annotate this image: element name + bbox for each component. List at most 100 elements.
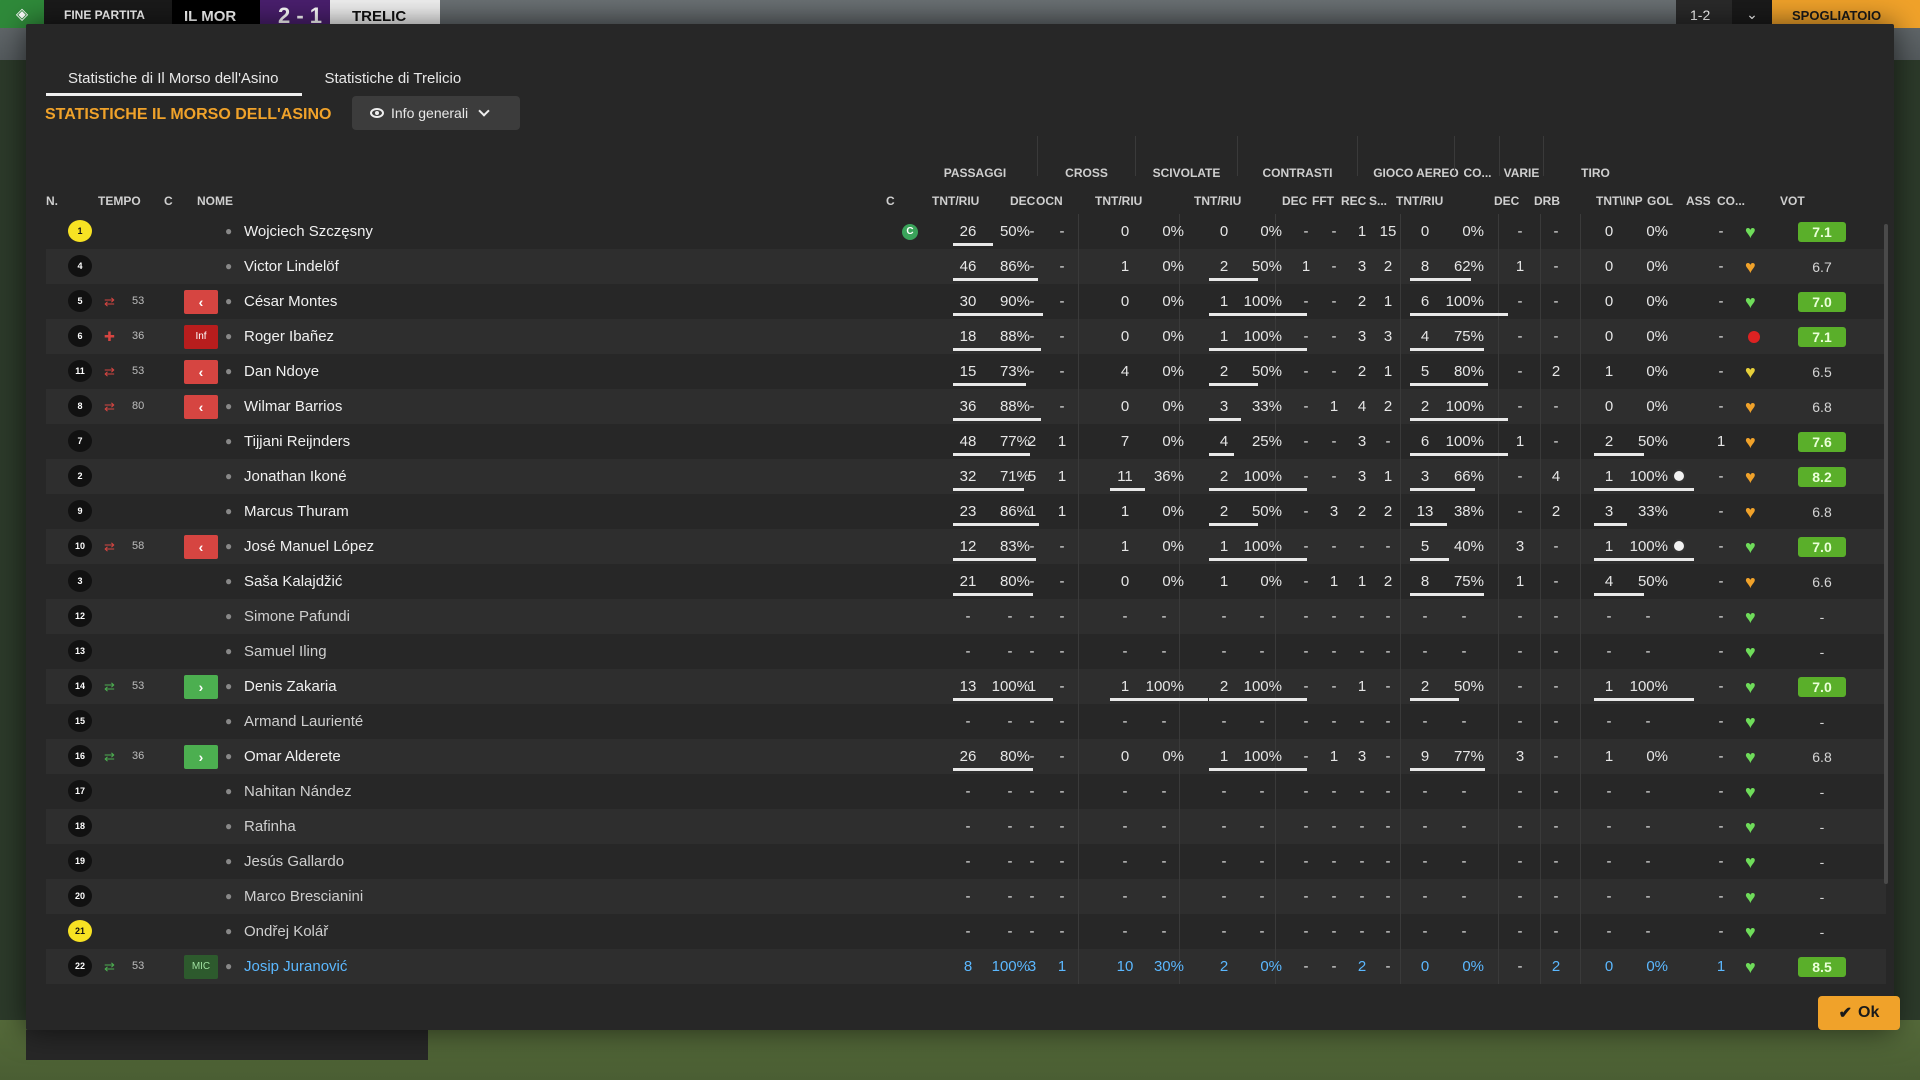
stat-crec: -: [1359, 923, 1365, 940]
player-name[interactable]: Josip Juranović: [244, 949, 347, 984]
player-name[interactable]: César Montes: [244, 284, 337, 319]
player-name[interactable]: Ondřej Kolář: [244, 914, 328, 949]
table-row[interactable]: 12 ● Simone Pafundi - - - - - - - - - - - - - - - - - - - ♥ -: [46, 599, 1886, 634]
stat-crec: 3: [1357, 258, 1367, 275]
tab-home-stats[interactable]: Statistiche di Il Morso dell'Asino: [46, 60, 303, 96]
person-icon: ●: [225, 749, 233, 763]
column-header-con-dec[interactable]: DEC: [1282, 194, 1307, 208]
player-name[interactable]: José Manuel López: [244, 529, 374, 564]
shirt-number: 6: [68, 325, 92, 347]
player-name[interactable]: Samuel Iling: [244, 634, 327, 669]
column-header-con-fft[interactable]: FFT: [1312, 194, 1334, 208]
column-header-pass-dec[interactable]: DEC: [1010, 194, 1035, 208]
table-row[interactable]: 5 ⇄ 53 ‹ ● César Montes 30 90% - -0 0% 1 100% - -2 1 6 10…: [46, 284, 1886, 319]
column-header-tempo[interactable]: TEMPO: [98, 194, 141, 208]
table-row[interactable]: 16 ⇄ 36 › ● Omar Alderete 26 80% - -0 0% 1 100% -1 3-9…: [46, 739, 1886, 774]
stat-cp: -: [1161, 643, 1167, 660]
stat-st: 2: [1219, 958, 1229, 975]
stat-st: -: [1221, 783, 1227, 800]
column-header-n[interactable]: N.: [46, 194, 58, 208]
player-name[interactable]: Simone Pafundi: [244, 599, 350, 634]
condition-heart-icon: ♥: [1745, 432, 1756, 452]
player-name[interactable]: Marcus Thuram: [244, 494, 349, 529]
column-header-co[interactable]: CO...: [1717, 194, 1745, 208]
player-name[interactable]: Roger Ibañez: [244, 319, 334, 354]
stat-codec: -: [1517, 783, 1523, 800]
column-header-gol[interactable]: GOL: [1647, 194, 1673, 208]
player-name[interactable]: Marco Brescianini: [244, 879, 363, 914]
player-name[interactable]: Dan Ndoye: [244, 354, 319, 389]
table-row[interactable]: 4 ● Victor Lindelöf 46 86% - -1 0% 2 50% 1-3 2 8 62% 1…: [46, 249, 1886, 284]
column-divider: [1580, 949, 1581, 984]
table-row[interactable]: 8 ⇄ 80 ‹ ● Wilmar Barrios 36 88% - -0 0% 3 33% -1 4 2 2 1…: [46, 389, 1886, 424]
condition-heart-icon: ♥: [1745, 747, 1756, 767]
column-header-vot[interactable]: VOT: [1780, 194, 1805, 208]
player-name[interactable]: Wilmar Barrios: [244, 389, 342, 424]
match-rating: 7.6: [1798, 432, 1846, 452]
column-header-co-dec[interactable]: DEC: [1494, 194, 1519, 208]
column-header-pass-tr[interactable]: TNT/RIU: [932, 194, 979, 208]
player-name[interactable]: Saša Kalajdžić: [244, 564, 342, 599]
condition-heart-icon: ♥: [1745, 712, 1756, 732]
stat-pocn: -: [1059, 328, 1065, 345]
column-divider: [1498, 634, 1499, 669]
view-dropdown[interactable]: Info generali: [352, 96, 520, 130]
player-name[interactable]: Jonathan Ikoné: [244, 459, 347, 494]
table-row[interactable]: 7 ● Tijjani Reijnders 48 77% 2 1 7 0% 4 25% - -3-6 10…: [46, 424, 1886, 459]
table-row[interactable]: 11 ⇄ 53 ‹ ● Dan Ndoye 15 73% - -4 0% 2 50% - -2 1 5 80% -2…: [46, 354, 1886, 389]
stat-pdec: -: [1029, 888, 1035, 905]
tab-away-stats[interactable]: Statistiche di Trelicio: [302, 60, 485, 96]
table-row[interactable]: 6 ✚ 36 Inf ● Roger Ibañez 18 88% - -0 0% 1 100% - -3 3 4…: [46, 319, 1886, 354]
table-row[interactable]: 2 ● Jonathan Ikoné 32 71% 5 1 11 36% 2 100% - -3 1 3 66…: [46, 459, 1886, 494]
column-header-ass[interactable]: ASS: [1686, 194, 1711, 208]
column-header-con-s[interactable]: S...: [1369, 194, 1387, 208]
column-header-sciv-tr[interactable]: TNT/RIU: [1194, 194, 1241, 208]
table-row[interactable]: 1 ● Wojciech Szczęsny C 26 50% - -0 0% 0 0% - -1 15 0 0…: [46, 214, 1886, 249]
player-name[interactable]: Tijjani Reijnders: [244, 424, 350, 459]
table-row[interactable]: 17 ● Nahitan Nández - - - - - - - - - - - - - - - - - - - ♥ -: [46, 774, 1886, 809]
table-row[interactable]: 18 ● Rafinha - - - - - - - - - - - - - - - - - - - ♥ -: [46, 809, 1886, 844]
match-rating: 7.0: [1798, 292, 1846, 312]
column-header-con-rec[interactable]: REC: [1341, 194, 1366, 208]
column-header-cross-tr[interactable]: TNT/RIU: [1095, 194, 1142, 208]
column-header-aereo-tr[interactable]: TNT/RIU: [1396, 194, 1443, 208]
stat-ass: -: [1718, 258, 1724, 275]
column-header-varie-drb[interactable]: DRB: [1534, 194, 1560, 208]
stat-cdec: -: [1303, 608, 1309, 625]
player-name[interactable]: Victor Lindelöf: [244, 249, 339, 284]
ok-button[interactable]: ✔ Ok: [1818, 996, 1900, 1030]
stat-ct: 4: [1120, 363, 1130, 380]
player-name[interactable]: Jesús Gallardo: [244, 844, 344, 879]
table-row[interactable]: 3 ● Saša Kalajdžić 21 80% - -0 0% 1 0% -1 1 2 8 75% 1-4…: [46, 564, 1886, 599]
column-header-c[interactable]: C: [164, 194, 173, 208]
stat-drb: 2: [1551, 958, 1561, 975]
column-header-nome[interactable]: NOME: [197, 194, 233, 208]
player-name[interactable]: Wojciech Szczęsny: [244, 214, 373, 249]
table-row[interactable]: 19 ● Jesús Gallardo - - - - - - - - - - - - - - - - - - - ♥ -: [46, 844, 1886, 879]
column-divider: [1400, 949, 1401, 984]
player-name[interactable]: Denis Zakaria: [244, 669, 337, 704]
table-row[interactable]: 9 ● Marcus Thuram 23 86% 1 1 1 0% 2 50% -3 2 2 13 38% -2…: [46, 494, 1886, 529]
table-scrollbar[interactable]: [1884, 224, 1888, 884]
player-name[interactable]: Armand Laurienté: [244, 704, 363, 739]
stat-pdec: -: [1029, 643, 1035, 660]
player-name[interactable]: Rafinha: [244, 809, 296, 844]
stat-cdec: -: [1303, 888, 1309, 905]
table-row[interactable]: 21 ● Ondřej Kolář - - - - - - - - - - - - - - - - - - - ♥ -: [46, 914, 1886, 949]
stat-pdec: -: [1029, 783, 1035, 800]
table-row[interactable]: 22 ⇄ 53 MIC ● Josip Juranović 8 100% 3 1 10 30% 2 0% -…: [46, 949, 1886, 984]
table-row[interactable]: 20 ● Marco Brescianini - - - - - - - - - - - - - - - - - - - ♥…: [46, 879, 1886, 914]
column-header-tiro-ti[interactable]: TNT\INP: [1596, 194, 1643, 208]
table-row[interactable]: 14 ⇄ 53 › ● Denis Zakaria 13 100% 1-1 100% 2 100% - -…: [46, 669, 1886, 704]
table-row[interactable]: 15 ● Armand Laurienté - - - - - - - - - - - - - - - - - - - ♥ -: [46, 704, 1886, 739]
table-row[interactable]: 10 ⇄ 58 ‹ ● José Manuel López 12 83% - -1 0% 1 100% -…: [46, 529, 1886, 564]
player-name[interactable]: Nahitan Nández: [244, 774, 352, 809]
column-header-pass-ocn[interactable]: OCN: [1036, 194, 1063, 208]
column-divider: [1400, 284, 1401, 319]
stat-ass: -: [1718, 223, 1724, 240]
column-header-cap[interactable]: C: [886, 194, 895, 208]
table-row[interactable]: 13 ● Samuel Iling - - - - - - - - - - - - - - - - - - - ♥ -: [46, 634, 1886, 669]
stat-crec: 2: [1357, 363, 1367, 380]
player-name[interactable]: Omar Alderete: [244, 739, 341, 774]
column-divider: [1498, 844, 1499, 879]
